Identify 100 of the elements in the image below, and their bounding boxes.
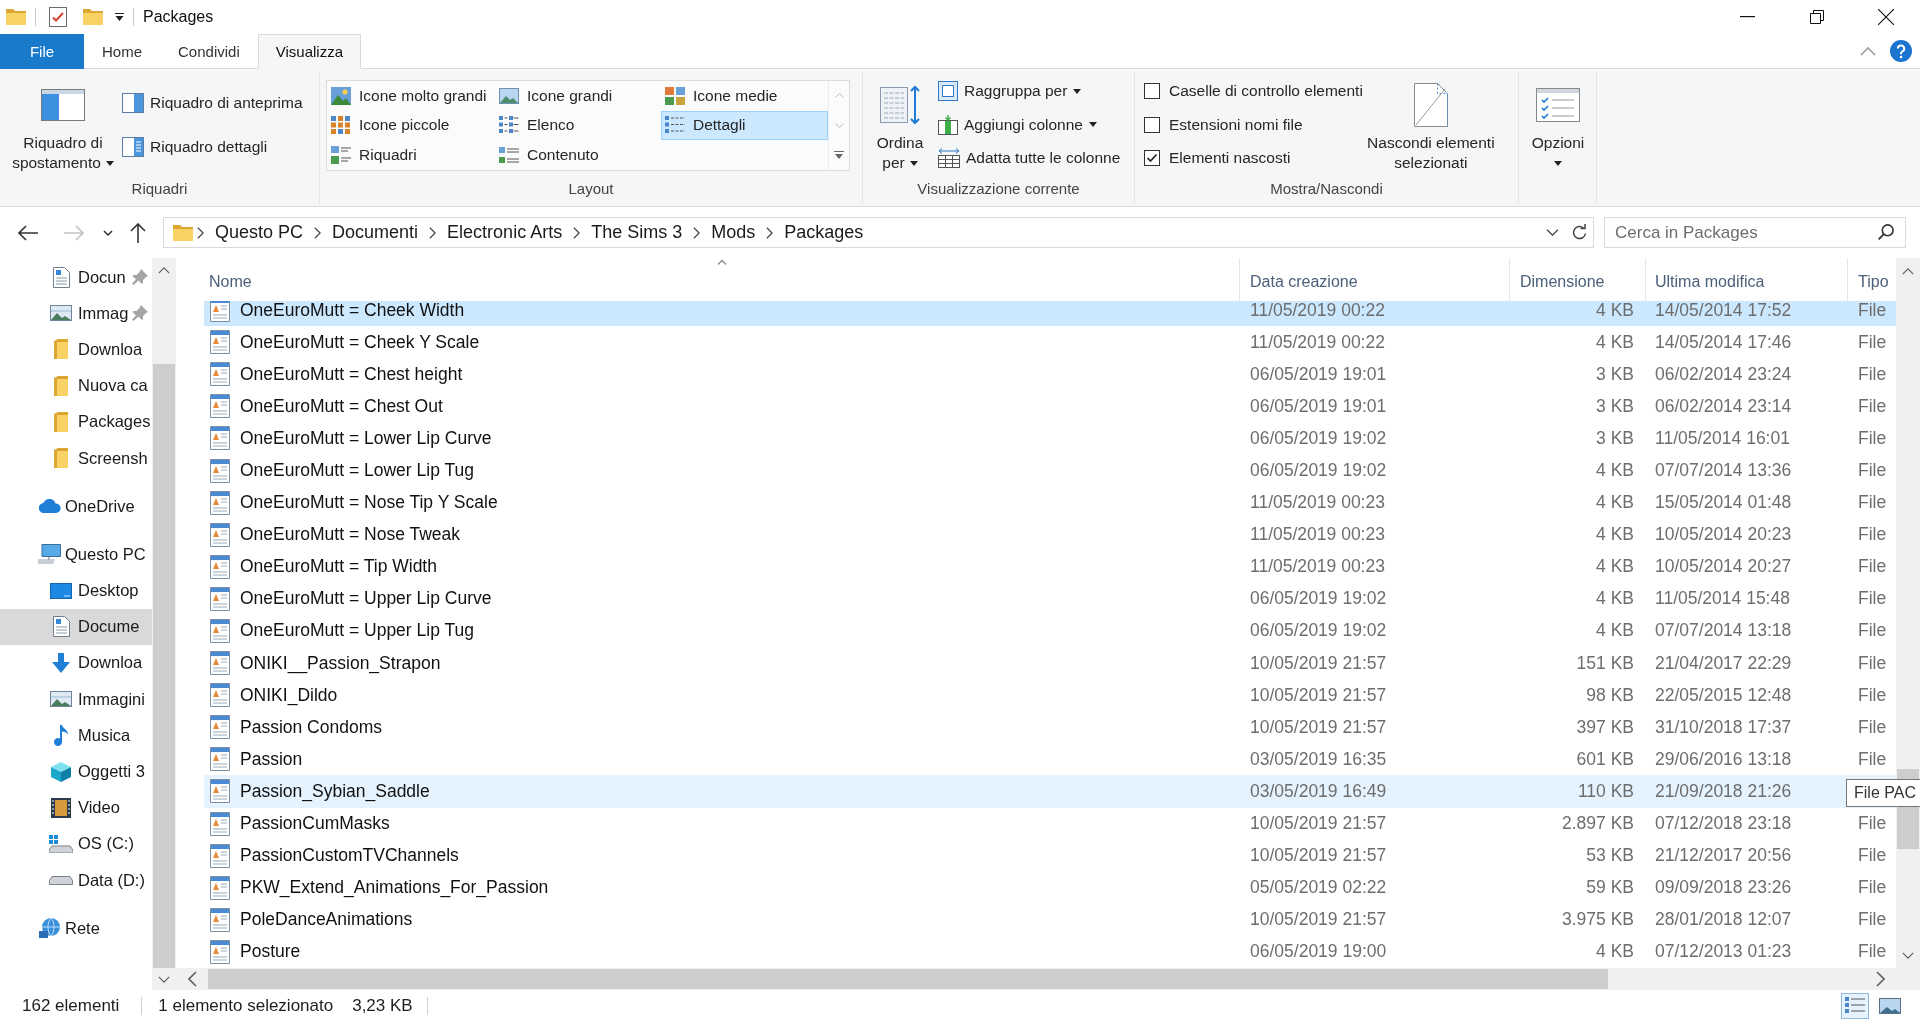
scrollbar[interactable] bbox=[152, 258, 176, 990]
search-field[interactable]: Cerca in Packages bbox=[1604, 217, 1906, 248]
ribbon-large-button[interactable]: Ordina per bbox=[872, 72, 928, 177]
layout-option[interactable]: Contenuto bbox=[495, 140, 661, 170]
caret-icon[interactable] bbox=[115, 13, 124, 21]
ribbon-tab[interactable]: Condividi bbox=[160, 34, 258, 69]
layout-option[interactable]: Icone grandi bbox=[495, 81, 661, 111]
nav-item[interactable]: OS (C:) bbox=[0, 825, 152, 862]
column-header[interactable]: Data creazione bbox=[1250, 272, 1358, 291]
nav-item[interactable]: Video bbox=[0, 789, 152, 826]
file-row[interactable]: OneEuroMutt = Tip Width 11/05/2019 00:23 4 KB 10/05/2014 20:27 File bbox=[204, 550, 1896, 583]
layout-option[interactable]: Icone molto grandi bbox=[327, 81, 495, 111]
nav-item[interactable]: Nuova ca bbox=[0, 367, 152, 404]
checkbox-label[interactable]: Elementi nascosti bbox=[1169, 149, 1291, 167]
breadcrumb[interactable]: Questo PC bbox=[208, 218, 311, 247]
column-header[interactable]: Dimensione bbox=[1520, 272, 1605, 291]
file-row[interactable]: OneEuroMutt = Upper Lip Curve 06/05/2019 19:02 4 KB 11/05/2014 15:48 File bbox=[204, 582, 1896, 615]
file-row[interactable]: OneEuroMutt = Nose Tip Y Scale 11/05/2019 00:23 4 KB 15/05/2014 01:48 File bbox=[204, 486, 1896, 519]
table-cell: 3 KB bbox=[1596, 363, 1634, 385]
expand-icon[interactable] bbox=[834, 151, 844, 160]
ribbon-large-button[interactable]: Riquadro di spostamento bbox=[4, 72, 122, 177]
nav-item[interactable]: Immag bbox=[0, 295, 152, 332]
checkbox[interactable] bbox=[1144, 83, 1160, 99]
breadcrumb[interactable]: Packages bbox=[777, 218, 871, 247]
layout-option[interactable]: Dettagli bbox=[661, 110, 828, 141]
file-row[interactable]: OneEuroMutt = Cheek Width 11/05/2019 00:22 4 KB 14/05/2014 17:52 File bbox=[204, 301, 1896, 327]
ribbon-tab[interactable]: Home bbox=[84, 34, 160, 69]
file-name: OneEuroMutt = Lower Lip Tug bbox=[240, 460, 474, 481]
table-cell: 31/10/2018 17:37 bbox=[1655, 716, 1792, 738]
layout-option[interactable]: Elenco bbox=[495, 110, 661, 141]
scrollbar-thumb[interactable] bbox=[153, 364, 175, 968]
nav-item[interactable]: Desktop bbox=[0, 572, 152, 609]
breadcrumb[interactable]: Electronic Arts bbox=[440, 218, 570, 247]
minimize-icon bbox=[1740, 16, 1755, 18]
ribbon-large-button[interactable]: Opzioni bbox=[1520, 72, 1596, 177]
file-row[interactable]: OneEuroMutt = Nose Tweak 11/05/2019 00:23 4 KB 10/05/2014 20:23 File bbox=[204, 518, 1896, 551]
layout-option[interactable]: Riquadri bbox=[327, 140, 495, 170]
address-bar[interactable]: Questo PC Documenti Electronic Arts The Sims 3 Mods Packages bbox=[163, 217, 1594, 248]
file-row[interactable]: ONIKI__Passion_Strapon 10/05/2019 21:57 151 KB 21/04/2017 22:29 File bbox=[204, 647, 1896, 680]
layout-option[interactable]: Icone piccole bbox=[327, 110, 495, 141]
checkbox-label[interactable]: Caselle di controllo elementi bbox=[1169, 82, 1363, 100]
checkmark-document-icon[interactable] bbox=[49, 7, 67, 27]
ribbon-button[interactable]: Adatta tutte le colonne bbox=[936, 141, 1125, 175]
ribbon-button[interactable]: Riquadro dettagli bbox=[122, 130, 307, 163]
view-toggle[interactable] bbox=[1841, 993, 1869, 1019]
nav-item[interactable]: Questo PC bbox=[0, 536, 152, 573]
nav-item[interactable]: Packages bbox=[0, 403, 152, 440]
column-header[interactable]: Tipo bbox=[1858, 272, 1889, 291]
breadcrumb[interactable]: The Sims 3 bbox=[584, 218, 690, 247]
file-row[interactable]: OneEuroMutt = Chest height 06/05/2019 19:01 3 KB 06/02/2014 23:24 File bbox=[204, 358, 1896, 391]
file-row[interactable]: Posture 06/05/2019 19:00 4 KB 07/12/2013 01:23 File bbox=[204, 935, 1896, 968]
folder-icon[interactable] bbox=[83, 9, 103, 25]
nav-item[interactable]: Docume bbox=[0, 608, 152, 645]
nav-item[interactable]: OneDrive bbox=[0, 488, 152, 525]
ribbon-tab[interactable]: File bbox=[0, 34, 84, 69]
ribbon-large-button[interactable]: Nascondi elementi selezionati bbox=[1362, 72, 1499, 177]
file-row[interactable]: OneEuroMutt = Lower Lip Tug 06/05/2019 19:02 4 KB 07/07/2014 13:36 File bbox=[204, 454, 1896, 487]
file-row[interactable]: Passion 03/05/2019 16:35 601 KB 29/06/2016 13:18 File bbox=[204, 743, 1896, 776]
file-row[interactable]: PassionCustomTVChannels 10/05/2019 21:57 53 KB 21/12/2017 20:56 File bbox=[204, 839, 1896, 872]
checkbox[interactable] bbox=[1144, 150, 1160, 166]
nav-item[interactable]: Screensh bbox=[0, 439, 152, 477]
nav-item[interactable]: Rete bbox=[0, 910, 152, 947]
breadcrumb[interactable]: Documenti bbox=[325, 218, 426, 247]
help-icon[interactable] bbox=[1890, 40, 1912, 62]
layout-option[interactable]: Icone medie bbox=[661, 81, 828, 111]
table-cell: 06/05/2019 19:02 bbox=[1250, 620, 1387, 642]
file-icon bbox=[210, 619, 230, 643]
nav-item[interactable]: Data (D:) bbox=[0, 862, 152, 899]
table-cell: 21/12/2017 20:56 bbox=[1655, 845, 1792, 867]
checkbox[interactable] bbox=[1144, 116, 1160, 133]
nav-item[interactable]: Musica bbox=[0, 717, 152, 754]
ribbon-button[interactable]: Aggiungi colonne bbox=[936, 107, 1125, 142]
nav-item[interactable]: Immagini bbox=[0, 681, 152, 718]
file-name: ONIKI__Passion_Strapon bbox=[240, 652, 441, 674]
nav-item[interactable]: Oggetti 3 bbox=[0, 753, 152, 790]
file-row[interactable]: Passion Condoms 10/05/2019 21:57 397 KB 31/10/2018 17:37 File bbox=[204, 711, 1896, 744]
file-row[interactable]: OneEuroMutt = Chest Out 06/05/2019 19:01 3 KB 06/02/2014 23:14 File bbox=[204, 390, 1896, 423]
table-cell: 53 KB bbox=[1586, 845, 1634, 867]
file-row[interactable]: PKW_Extend_Animations_For_Passion 05/05/2019 02:22 59 KB 09/09/2018 23:26 File bbox=[204, 871, 1896, 904]
nav-item[interactable]: Docun bbox=[0, 259, 152, 296]
column-header[interactable]: Ultima modifica bbox=[1655, 272, 1765, 291]
nav-item[interactable]: Downloa bbox=[0, 644, 152, 682]
ribbon-button[interactable]: Riquadro di anteprima bbox=[122, 86, 307, 119]
file-row[interactable]: OneEuroMutt = Upper Lip Tug 06/05/2019 19:02 4 KB 07/07/2014 13:18 File bbox=[204, 614, 1896, 648]
nav-item[interactable]: Downloa bbox=[0, 331, 152, 368]
ribbon-button[interactable]: Raggruppa per bbox=[936, 74, 1125, 108]
file-row[interactable]: PassionCumMasks 10/05/2019 21:57 2.897 KB 07/12/2018 23:18 File bbox=[204, 807, 1896, 840]
file-row[interactable]: OneEuroMutt = Cheek Y Scale 11/05/2019 00:22 4 KB 14/05/2014 17:46 File bbox=[204, 326, 1896, 359]
checkbox-label[interactable]: Estensioni nomi file bbox=[1169, 115, 1303, 134]
scrollbar-thumb[interactable] bbox=[208, 969, 1608, 989]
file-row[interactable]: ONIKI_Dildo 10/05/2019 21:57 98 KB 22/05/2015 12:48 File bbox=[204, 679, 1896, 712]
chevron-up-icon[interactable] bbox=[1860, 46, 1876, 56]
folder-icon[interactable] bbox=[6, 9, 26, 25]
table-cell: File bbox=[1858, 395, 1887, 417]
file-row[interactable]: OneEuroMutt = Lower Lip Curve 06/05/2019 19:02 3 KB 11/05/2014 16:01 File bbox=[204, 422, 1896, 455]
ribbon-tab[interactable]: Visualizza bbox=[257, 34, 361, 69]
breadcrumb[interactable]: Mods bbox=[704, 218, 763, 247]
file-row[interactable]: PoleDanceAnimations 10/05/2019 21:57 3.975 KB 28/01/2018 12:07 File bbox=[204, 903, 1896, 936]
column-header[interactable]: Nome bbox=[209, 272, 252, 291]
arrow-down-icon bbox=[52, 652, 70, 673]
